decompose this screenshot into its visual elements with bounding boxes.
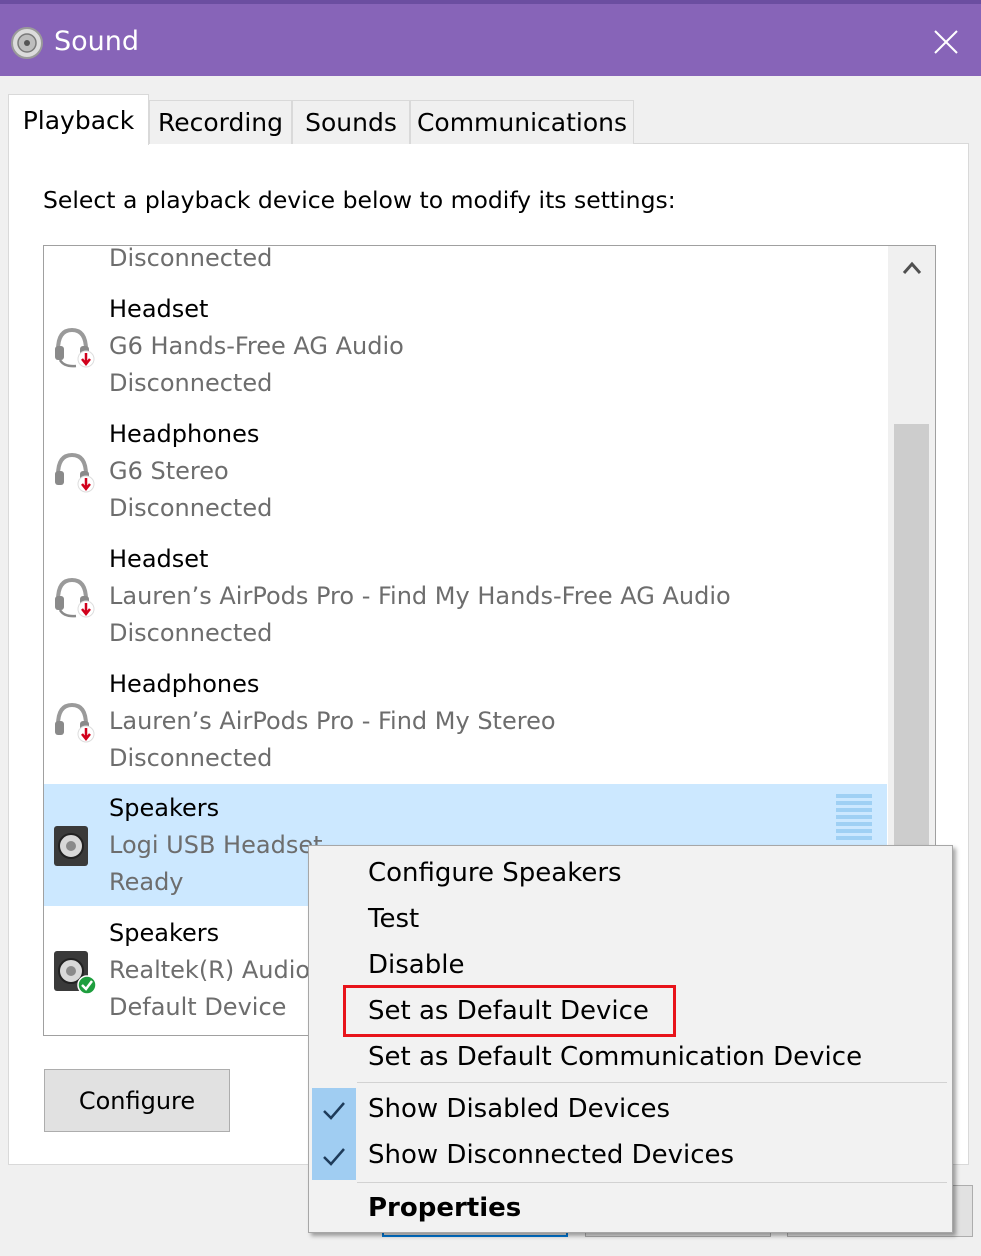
device-status: Disconnected (109, 619, 273, 647)
menu-item-configure-speakers[interactable]: Configure Speakers (309, 852, 952, 898)
device-description: Logi USB Headset (109, 831, 323, 859)
menu-separator (357, 1182, 947, 1183)
volume-level-meter (836, 794, 872, 843)
device-status: Disconnected (109, 494, 273, 522)
device-name: Headphones (109, 420, 260, 448)
device-status: Disconnected (109, 245, 273, 272)
device-name: Speakers (109, 794, 220, 822)
device-status: Ready (109, 868, 184, 896)
list-item[interactable]: Headphones Lauren’s AirPods Pro - Find M… (44, 660, 887, 785)
menu-item-test[interactable]: Test (309, 898, 952, 944)
close-icon (934, 30, 958, 54)
device-description: Lauren’s AirPods Pro - Find My Stereo (109, 707, 556, 735)
tab-communications[interactable]: Communications (410, 100, 634, 144)
device-status: Default Device (109, 993, 287, 1021)
device-name: Speakers (109, 919, 220, 947)
speaker-icon (10, 26, 44, 60)
device-name: Headset (109, 295, 209, 323)
headset-icon (50, 320, 100, 370)
menu-item-show-disabled-devices[interactable]: Show Disabled Devices (309, 1088, 952, 1134)
menu-item-set-default-device[interactable]: Set as Default Device (309, 990, 952, 1036)
menu-item-set-default-communication-device[interactable]: Set as Default Communication Device (309, 1036, 952, 1082)
speaker-icon (50, 947, 100, 997)
list-item[interactable]: Headphones G6 Stereo Disconnected (44, 410, 887, 535)
headphones-icon (50, 695, 100, 745)
tab-sounds[interactable]: Sounds (292, 100, 410, 144)
device-description: G6 Stereo (109, 457, 229, 485)
device-description: G6 Hands-Free AG Audio (109, 332, 404, 360)
device-description: Realtek(R) Audio (109, 956, 311, 984)
window-title: Sound (54, 26, 140, 57)
speaker-icon (50, 822, 100, 872)
menu-item-disable[interactable]: Disable (309, 944, 952, 990)
tab-playback[interactable]: Playback (8, 94, 149, 145)
close-button[interactable] (921, 16, 971, 68)
device-name: Headphones (109, 670, 260, 698)
device-status: Disconnected (109, 369, 273, 397)
menu-item-show-disconnected-devices[interactable]: Show Disconnected Devices (309, 1134, 952, 1180)
device-name: Headset (109, 545, 209, 573)
checkmark-icon (312, 1134, 356, 1180)
checkmark-icon (312, 1088, 356, 1134)
device-description: Lauren’s AirPods Pro - Find My Hands-Fre… (109, 582, 731, 610)
tab-strip: Playback Recording Sounds Communications (8, 94, 973, 145)
list-item[interactable]: Headset G6 Hands-Free AG Audio Disconnec… (44, 285, 887, 410)
title-bar: Sound (0, 0, 981, 76)
list-item[interactable]: Headset Lauren’s AirPods Pro - Find My H… (44, 535, 887, 660)
chevron-up-icon (902, 261, 921, 274)
tab-recording[interactable]: Recording (149, 100, 292, 144)
menu-separator (357, 1082, 947, 1083)
headphones-icon (50, 445, 100, 495)
context-menu: Configure Speakers Test Disable Set as D… (308, 845, 953, 1233)
instruction-text: Select a playback device below to modify… (43, 186, 676, 214)
headset-icon (50, 570, 100, 620)
device-status: Disconnected (109, 744, 273, 772)
configure-button[interactable]: Configure (44, 1069, 230, 1132)
menu-item-properties[interactable]: Properties (309, 1187, 952, 1233)
scroll-up-button[interactable] (888, 246, 935, 290)
